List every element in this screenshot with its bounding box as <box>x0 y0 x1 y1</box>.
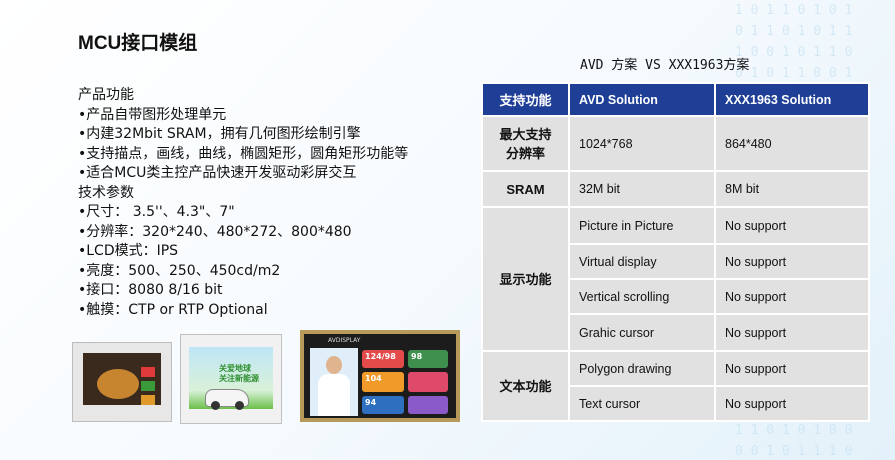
header-feature: 支持功能 <box>481 82 570 117</box>
avd-value: 32M bit <box>568 170 716 208</box>
table-row: 文本功能 Polygon drawing No support <box>481 350 870 422</box>
page-title: MCU接口模组 <box>78 33 198 54</box>
table-header-row: 支持功能 AVD Solution XXX1963 Solution <box>481 82 870 117</box>
category-text: 文本功能 <box>481 350 570 422</box>
vital-tile: 104 <box>362 372 404 392</box>
category-line: 分辨率 <box>505 145 545 161</box>
avd-value: Virtual display <box>568 243 716 280</box>
table-row: 显示功能 Picture in Picture No support <box>481 206 870 352</box>
comparison-title: AVD 方案 VS XXX1963方案 <box>580 58 750 73</box>
ui-tile <box>141 367 155 377</box>
comparison-table: 支持功能 AVD Solution XXX1963 Solution 最大支持 … <box>481 82 870 422</box>
feature-line: •内建32Mbit SRAM，拥有几何图形绘制引擎 <box>78 126 361 142</box>
avd-value: Text cursor <box>568 385 716 422</box>
table-row: 最大支持 分辨率 1024*768 864*480 <box>481 115 870 172</box>
spec-line: •分辨率：320*240、480*272、800*480 <box>78 223 352 240</box>
header-avd: AVD Solution <box>568 82 716 117</box>
avd-value: 1024*768 <box>568 115 716 172</box>
ui-tile <box>141 381 155 391</box>
doctor-head <box>326 356 342 374</box>
lcd-screen: 关爱地球 关注新能源 <box>189 347 273 410</box>
xxx-value: No support <box>714 206 870 245</box>
spec-line: •触摸：CTP or RTP Optional <box>78 301 268 318</box>
section-heading-features: 产品功能 <box>78 87 134 103</box>
screen-caption-line: 关爱地球 <box>219 364 251 373</box>
doctor-coat <box>318 374 350 416</box>
product-info-panel: MCU接口模组 产品功能 •产品自带图形处理单元 •内建32Mbit SRAM，… <box>78 32 478 320</box>
screen-caption-line: 关注新能源 <box>219 374 259 383</box>
xxx-value: No support <box>714 278 870 315</box>
product-images: 关爱地球 关注新能源 AVDISPLAY 124/98 98 104 94 <box>72 330 467 425</box>
ui-tile <box>141 395 155 405</box>
category-sram: SRAM <box>481 170 570 208</box>
wheel-graphic <box>211 401 220 410</box>
xxx-value: No support <box>714 243 870 280</box>
lcd-screen <box>83 353 161 405</box>
vital-tile <box>408 372 448 392</box>
avd-value: Polygon drawing <box>568 350 716 387</box>
brand-label: AVDISPLAY <box>328 337 361 344</box>
lcd-module-image-food <box>72 342 172 422</box>
table-row: SRAM 32M bit 8M bit <box>481 170 870 208</box>
lcd-module-image-ev: 关爱地球 关注新能源 <box>180 334 282 424</box>
spec-line: •尺寸： 3.5''、4.3"、7" <box>78 204 235 220</box>
avd-value: Grahic cursor <box>568 313 716 352</box>
avd-value: Vertical scrolling <box>568 278 716 315</box>
xxx-value: 8M bit <box>714 170 870 208</box>
feature-line: •产品自带图形处理单元 <box>78 106 227 123</box>
food-plate-graphic <box>97 369 139 399</box>
category-display: 显示功能 <box>481 206 570 352</box>
xxx-value: No support <box>714 350 870 387</box>
category-max-resolution: 最大支持 分辨率 <box>481 115 570 172</box>
xxx-value: No support <box>714 313 870 352</box>
screen-caption: 关爱地球 关注新能源 <box>219 364 259 384</box>
avd-value: Picture in Picture <box>568 206 716 245</box>
spec-line: •接口：8080 8/16 bit <box>78 282 223 298</box>
section-heading-specs: 技术参数 <box>78 184 134 201</box>
vital-tile: 124/98 <box>362 350 404 368</box>
vital-tile: 98 <box>408 350 448 368</box>
header-xxx: XXX1963 Solution <box>714 82 870 117</box>
vital-tile <box>408 396 448 414</box>
spec-line: •亮度：500、250、450cd/m2 <box>78 262 281 279</box>
xxx-value: No support <box>714 385 870 422</box>
feature-line: •支持描点，画线，曲线，椭圆矩形，圆角矩形功能等 <box>78 145 409 162</box>
category-line: 最大支持 <box>499 126 552 142</box>
doctor-graphic <box>310 348 358 416</box>
spec-line: •LCD模式：IPS <box>78 243 179 259</box>
wheel-graphic <box>235 401 244 410</box>
xxx-value: 864*480 <box>714 115 870 172</box>
feature-line: •适合MCU类主控产品快速开发驱动彩屏交互 <box>78 165 357 181</box>
lcd-module-image-medical: AVDISPLAY 124/98 98 104 94 <box>300 330 460 422</box>
product-description: 产品功能 •产品自带图形处理单元 •内建32Mbit SRAM，拥有几何图形绘制… <box>78 86 478 320</box>
vital-tile: 94 <box>362 396 404 414</box>
